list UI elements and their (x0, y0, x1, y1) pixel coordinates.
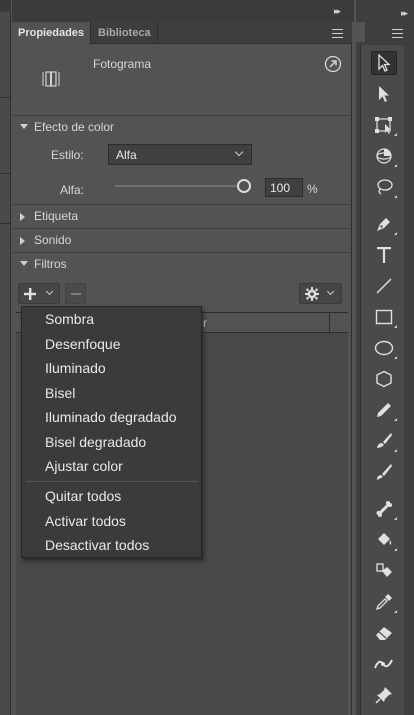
section-etiqueta[interactable]: Etiqueta (12, 204, 352, 228)
collapse-panel-icon[interactable]: ▸▸ (334, 6, 341, 17)
tab-biblioteca[interactable]: Biblioteca (92, 22, 158, 44)
menu-item-desactivar-todos[interactable]: Desactivar todos (45, 537, 149, 553)
menu-item-ajustar-color[interactable]: Ajustar color (45, 458, 123, 474)
menu-item-activar-todos[interactable]: Activar todos (45, 513, 126, 529)
add-filter-menu: Sombra Desenfoque Iluminado Bisel Ilumin… (21, 306, 202, 558)
pen-tool-icon[interactable] (371, 212, 397, 236)
section-title: Efecto de color (34, 120, 115, 134)
section-filtros[interactable]: Filtros (12, 252, 352, 276)
add-filter-button[interactable] (18, 283, 60, 304)
rectangle-tool-icon[interactable] (371, 305, 397, 329)
expand-arrow-icon (20, 261, 28, 266)
eraser-tool-icon[interactable] (371, 621, 397, 645)
bone-tool-icon[interactable] (371, 497, 397, 521)
chevron-down-icon (326, 287, 335, 296)
polystar-tool-icon[interactable] (371, 367, 397, 391)
section-sonido[interactable]: Sonido (12, 228, 352, 252)
document-type-label: Fotograma (93, 57, 152, 71)
width-tool-icon[interactable] (371, 652, 397, 676)
plus-icon (24, 288, 36, 300)
selection-tool-icon[interactable] (371, 51, 397, 75)
section-color-effect[interactable]: Efecto de color (12, 115, 352, 139)
panel-top-bar: ▸▸ (12, 0, 354, 22)
gear-icon (305, 287, 319, 301)
text-tool-icon[interactable] (371, 243, 397, 267)
expand-arrow-icon (20, 124, 28, 129)
paint-bucket-tool-icon[interactable] (371, 528, 397, 552)
menu-item-bisel-degradado[interactable]: Bisel degradado (45, 434, 146, 450)
chevron-down-icon (234, 147, 244, 157)
filter-options-button[interactable] (299, 283, 342, 304)
go-to-icon[interactable] (324, 55, 342, 73)
remove-filter-button[interactable] (65, 283, 86, 304)
menu-separator (26, 481, 198, 482)
section-title: Etiqueta (34, 209, 79, 223)
tools-column (360, 45, 404, 715)
left-panel-strip (0, 0, 11, 715)
section-title: Filtros (34, 257, 67, 271)
menu-item-quitar-todos[interactable]: Quitar todos (45, 488, 121, 504)
tools-panel: ▸▸ (356, 0, 414, 715)
paint-brush-tool-icon[interactable] (371, 429, 397, 453)
style-label: Estilo: (51, 148, 84, 162)
collapse-tools-icon[interactable]: ▸▸ (401, 8, 408, 19)
minus-icon (71, 293, 81, 295)
pin-tool-icon[interactable] (371, 683, 397, 707)
pencil-tool-icon[interactable] (371, 398, 397, 422)
alpha-label: Alfa: (60, 183, 85, 197)
menu-item-iluminado-degradado[interactable]: Iluminado degradado (45, 409, 177, 425)
panel-menu-icon[interactable] (332, 29, 343, 38)
menu-item-sombra[interactable]: Sombra (45, 311, 94, 327)
alpha-slider-track[interactable] (115, 185, 245, 187)
brush-tool-icon[interactable] (371, 460, 397, 484)
tools-menu-icon[interactable] (392, 29, 403, 38)
ink-bottle-tool-icon[interactable] (371, 559, 397, 583)
line-tool-icon[interactable] (371, 274, 397, 298)
expand-arrow-icon (20, 237, 25, 245)
style-dropdown[interactable]: Alfa (108, 144, 252, 165)
expand-arrow-icon (20, 213, 25, 221)
tab-propiedades[interactable]: Propiedades (12, 22, 92, 45)
alpha-unit: % (307, 182, 318, 196)
oval-tool-icon[interactable] (371, 336, 397, 360)
3d-rotation-tool-icon[interactable] (371, 144, 397, 168)
section-title: Sonido (34, 233, 72, 247)
chevron-down-icon (45, 287, 54, 296)
frame-icon (42, 70, 60, 88)
free-transform-tool-icon[interactable] (371, 113, 397, 137)
alpha-input[interactable]: 100 (265, 178, 303, 197)
menu-item-desenfoque[interactable]: Desenfoque (45, 336, 121, 352)
style-value: Alfa (116, 148, 137, 162)
alpha-slider-thumb[interactable] (237, 179, 251, 193)
column-header: r (203, 316, 207, 330)
lasso-tool-icon[interactable] (371, 175, 397, 199)
menu-item-iluminado[interactable]: Iluminado (45, 360, 106, 376)
panel-tabs: Propiedades Biblioteca (12, 22, 352, 45)
eyedropper-tool-icon[interactable] (371, 590, 397, 614)
subselection-tool-icon[interactable] (371, 82, 397, 106)
menu-item-bisel[interactable]: Bisel (45, 385, 75, 401)
